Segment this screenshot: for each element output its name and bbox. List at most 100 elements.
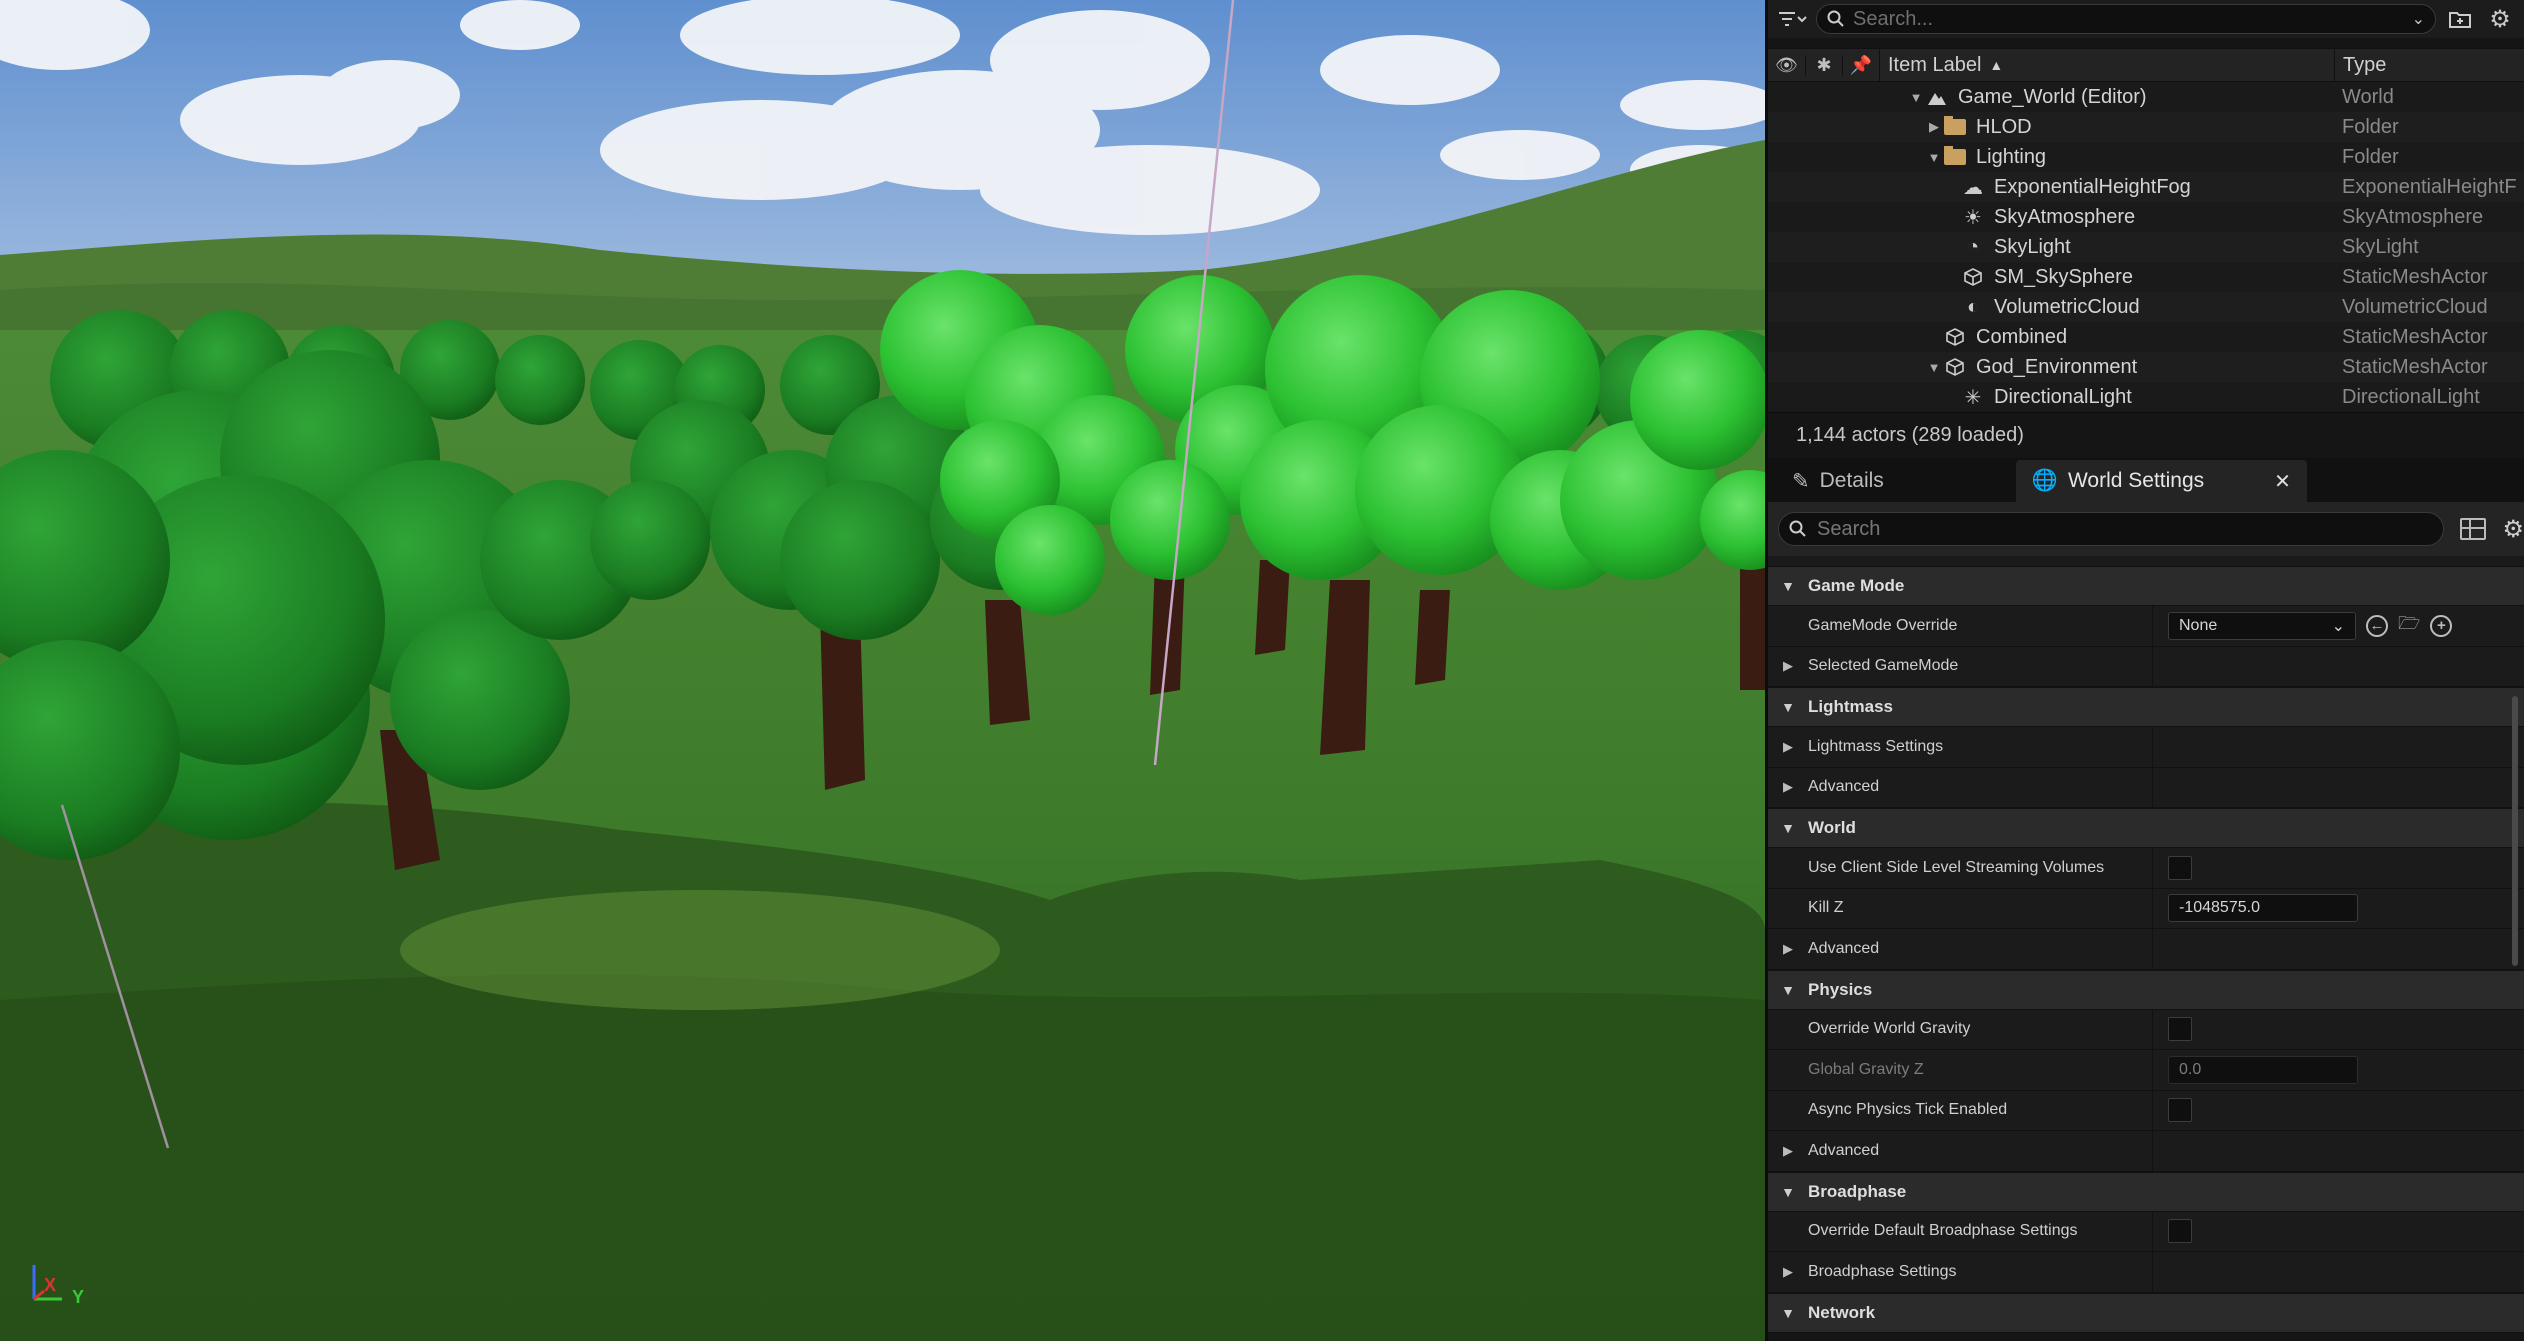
search-icon <box>1827 10 1844 27</box>
chevron-down-icon[interactable]: ⌄ <box>2412 9 2425 29</box>
level-viewport[interactable]: X Y <box>0 0 1765 1341</box>
expand-arrow-icon: ▶ <box>1783 1142 1793 1158</box>
client-streaming-checkbox[interactable] <box>2168 855 2192 880</box>
property-label: Use Client Side Level Streaming Volumes <box>1808 858 2105 876</box>
tree-row[interactable]: ◐ VolumetricCloud VolumetricCloud <box>1768 292 2524 322</box>
tree-row[interactable]: Combined StaticMeshActor <box>1768 322 2524 352</box>
tree-row-type: SkyLight <box>2342 235 2419 258</box>
details-search-placeholder: Search <box>1817 517 1881 540</box>
expand-arrow-icon: ▶ <box>1783 738 1793 754</box>
override-gravity-checkbox[interactable] <box>2168 1017 2192 1042</box>
tree-row[interactable]: ☁ ExponentialHeightFog ExponentialHeightF <box>1768 172 2524 202</box>
property-override-broadphase: Override Default Broadphase Settings <box>1768 1211 2524 1252</box>
collapse-arrow-icon: ▼ <box>1781 578 1795 594</box>
category-physics[interactable]: ▼ Physics <box>1768 969 2524 1010</box>
override-broadphase-checkbox[interactable] <box>2168 1219 2192 1244</box>
property-label: Kill Z <box>1808 899 1844 917</box>
outliner-search-input[interactable]: Search... ⌄ <box>1816 4 2436 34</box>
viewport-scene <box>0 0 1765 1341</box>
close-tab-icon[interactable]: ✕ <box>2274 469 2291 494</box>
property-client-streaming-volumes: Use Client Side Level Streaming Volumes <box>1768 848 2524 889</box>
tree-row-type: StaticMeshActor <box>2342 265 2488 288</box>
tree-row-label: HLOD <box>1976 115 2032 138</box>
axis-x-label: X <box>44 1275 57 1295</box>
category-title: Broadphase <box>1808 1181 1907 1201</box>
category-game-mode[interactable]: ▼ Game Mode <box>1768 566 2524 606</box>
category-title: Game Mode <box>1808 576 1905 595</box>
global-gravity-z-input: 0.0 <box>2168 1055 2358 1084</box>
tree-row[interactable]: ▼ Game_World (Editor) World <box>1768 82 2524 112</box>
tree-row[interactable]: ▶ HLOD Folder <box>1768 112 2524 142</box>
tree-row[interactable]: ▼ God_Environment StaticMeshActor <box>1768 352 2524 382</box>
tree-row-type: ExponentialHeightF <box>2342 175 2517 198</box>
add-folder-icon[interactable] <box>2444 5 2476 33</box>
tree-row-label: ExponentialHeightFog <box>1994 175 2191 198</box>
kill-z-input[interactable]: -1048575.0 <box>2168 894 2358 923</box>
collapse-arrow-icon[interactable]: ▼ <box>1926 360 1942 375</box>
folder-icon <box>1942 115 1968 138</box>
property-lightmass-settings[interactable]: ▶ Lightmass Settings <box>1768 727 2524 768</box>
property-physics-advanced[interactable]: ▶ Advanced <box>1768 1131 2524 1172</box>
visibility-eye-icon[interactable]: 👁 <box>1768 55 1805 76</box>
cube-glyph <box>1964 268 1982 286</box>
details-search-row: Search ⚙ <box>1768 502 2524 556</box>
property-label: Async Physics Tick Enabled <box>1808 1101 2008 1119</box>
property-gamemode-override: GameMode Override None ⌄ ← 🗁 + <box>1768 606 2524 647</box>
skylight-icon: ◔ <box>1966 235 1980 258</box>
property-world-advanced[interactable]: ▶ Advanced <box>1768 929 2524 970</box>
settings-gear-icon[interactable]: ⚙ <box>2502 515 2524 544</box>
category-lightmass[interactable]: ▼ Lightmass <box>1768 687 2524 727</box>
axis-y-label: Y <box>72 1287 85 1307</box>
async-tick-checkbox[interactable] <box>2168 1098 2192 1123</box>
property-override-world-gravity: Override World Gravity <box>1768 1009 2524 1050</box>
category-broadphase[interactable]: ▼ Broadphase <box>1768 1171 2524 1212</box>
sort-ascending-icon: ▲ <box>1989 57 2004 73</box>
tree-row[interactable]: ☀ SkyAtmosphere SkyAtmosphere <box>1768 202 2524 232</box>
column-type[interactable]: Type <box>2334 49 2524 81</box>
sky-atmosphere-icon: ☀ <box>1964 206 1982 229</box>
collapse-arrow-icon[interactable]: ▼ <box>1908 90 1924 105</box>
property-label: GameMode Override <box>1808 616 1958 634</box>
filter-icon[interactable] <box>1776 5 1808 33</box>
gamemode-override-select[interactable]: None ⌄ <box>2168 611 2356 640</box>
category-world[interactable]: ▼ World <box>1768 808 2524 848</box>
column-item-label[interactable]: Item Label ▲ <box>1879 49 2334 81</box>
static-mesh-icon <box>1942 356 1968 378</box>
category-title: Network <box>1808 1302 1876 1322</box>
tree-row-type: Folder <box>2342 115 2399 138</box>
right-panels: Search... ⌄ ⚙ 👁 ✱ 📌 Item Label ▲ Type ▼ Ga… <box>1765 0 2524 1341</box>
property-broadphase-settings[interactable]: ▶ Broadphase Settings <box>1768 1252 2524 1293</box>
tab-details[interactable]: ✎ Details <box>1776 460 1900 502</box>
outliner-search-placeholder: Search... <box>1853 7 1934 30</box>
property-global-gravity-z: Global Gravity Z 0.0 <box>1768 1050 2524 1091</box>
expand-arrow-icon[interactable]: ▶ <box>1926 119 1942 135</box>
property-async-physics-tick: Async Physics Tick Enabled <box>1768 1090 2524 1131</box>
tree-row-label: Lighting <box>1976 145 2047 168</box>
pin-icon[interactable]: 📌 <box>1842 54 1879 76</box>
tree-row[interactable]: ◔ SkyLight SkyLight <box>1768 232 2524 262</box>
favorite-star-icon[interactable]: ✱ <box>1805 54 1842 76</box>
tree-row[interactable]: SM_SkySphere StaticMeshActor <box>1768 262 2524 292</box>
collapse-arrow-icon[interactable]: ▼ <box>1926 150 1942 165</box>
tab-world-settings[interactable]: 🌐 World Settings ✕ <box>2015 460 2307 502</box>
tree-row[interactable]: ▼ Lighting Folder <box>1768 142 2524 172</box>
browse-folder-icon[interactable]: 🗁 <box>2398 611 2420 641</box>
details-search-input[interactable]: Search <box>1778 512 2445 546</box>
static-mesh-icon <box>1960 266 1986 288</box>
property-selected-gamemode[interactable]: ▶ Selected GameMode <box>1768 646 2524 687</box>
collapse-arrow-icon: ▼ <box>1781 699 1795 715</box>
browse-back-icon[interactable]: ← <box>2366 614 2388 637</box>
tree-row[interactable]: ✳ DirectionalLight DirectionalLight <box>1768 382 2524 412</box>
expand-arrow-icon: ▶ <box>1783 940 1793 956</box>
search-icon <box>1789 520 1806 537</box>
property-lightmass-advanced[interactable]: ▶ Advanced <box>1768 767 2524 808</box>
property-label: Global Gravity Z <box>1808 1060 1924 1078</box>
property-matrix-icon[interactable] <box>2460 518 2487 540</box>
add-new-icon[interactable]: + <box>2430 614 2453 637</box>
add-folder-glyph <box>2449 12 2471 28</box>
tree-row-label: God_Environment <box>1976 355 2138 378</box>
settings-gear-icon[interactable]: ⚙ <box>2484 5 2516 33</box>
volumetric-cloud-icon: ◐ <box>1966 295 1980 318</box>
category-network[interactable]: ▼ Network <box>1768 1292 2524 1333</box>
details-scrollbar[interactable] <box>2512 696 2518 966</box>
